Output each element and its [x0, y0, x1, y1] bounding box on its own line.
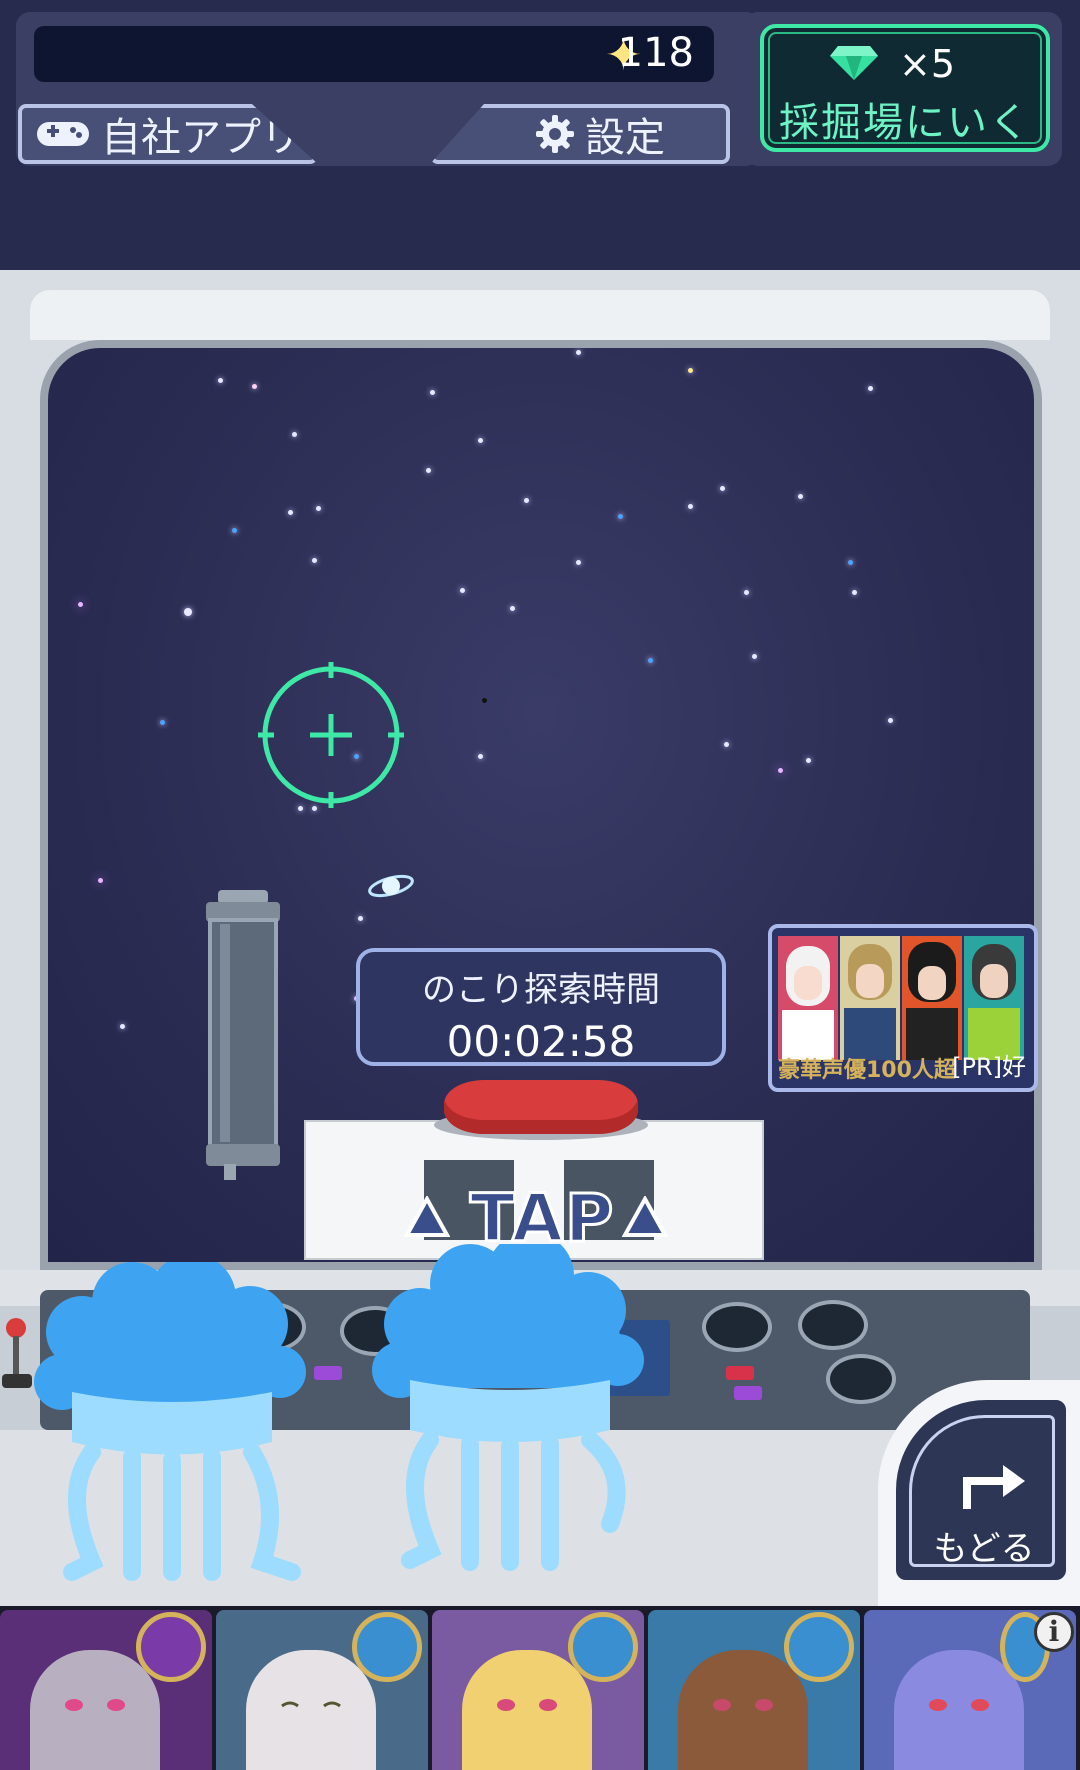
gem-icon [830, 46, 878, 80]
ad-character-image [778, 936, 838, 1060]
ad-pr-tag: [PR]好 [952, 1053, 1026, 1081]
red-tap-button[interactable] [444, 1080, 638, 1134]
go-to-mine-label: 採掘場にいく [779, 100, 1031, 146]
character-eyes [713, 1699, 773, 1711]
go-to-mine-button[interactable]: ×5 採掘場にいく [760, 24, 1050, 152]
top-header: ✦ 118 自社アプリ 設定 ×5 採掘場にいく [0, 0, 1080, 270]
settings-label: 設定 [585, 115, 665, 161]
back-button-face: もどる [896, 1400, 1066, 1580]
gem-count: ×5 [899, 42, 956, 86]
glass-tube [206, 890, 280, 1180]
coin-counter: ✦ 118 [34, 26, 714, 82]
ad-character-image [840, 936, 900, 1060]
gauge-icon [826, 1354, 896, 1404]
indicator-light [726, 1366, 754, 1380]
character-eyes [281, 1701, 341, 1708]
coin-value: 118 [617, 30, 694, 76]
info-icon[interactable]: i [1034, 1612, 1074, 1652]
ad-title: 豪華声優100人超 [778, 1058, 956, 1083]
up-arrow-icon [622, 1196, 668, 1237]
character-eyes [929, 1699, 989, 1711]
remaining-time-value: 00:02:58 [446, 1017, 636, 1066]
ad-character-image [902, 936, 962, 1060]
dark-moon-icon [136, 1612, 206, 1682]
jellyfish-crew [372, 1244, 644, 1571]
water-drop-icon [784, 1612, 854, 1682]
window-frame-top [30, 290, 1050, 340]
back-label: もどる [933, 1529, 1035, 1569]
planet-orbit-icon [368, 874, 414, 898]
pr-ad-banner[interactable]: 豪華声優100人超 [PR]好 [768, 924, 1038, 1092]
character-eyes [65, 1699, 125, 1711]
gear-icon [536, 115, 574, 153]
gauge-icon [798, 1300, 868, 1350]
jellyfish-crew [34, 1262, 306, 1581]
up-arrow-icon [404, 1196, 450, 1237]
indicator-light [734, 1386, 762, 1400]
remaining-time-panel: のこり探索時間 00:02:58 [356, 948, 726, 1066]
character-eyes [497, 1699, 557, 1711]
return-arrow-icon [963, 1465, 1025, 1509]
ad-character-image [964, 936, 1024, 1060]
back-button[interactable]: もどる [878, 1380, 1080, 1610]
water-drop-icon [352, 1612, 422, 1682]
remaining-time-label: のこり探索時間 [422, 970, 660, 1010]
crosshair-target-icon [258, 662, 404, 808]
gamepad-icon [37, 122, 89, 146]
gauge-icon [702, 1302, 772, 1352]
water-drop-icon [568, 1612, 638, 1682]
